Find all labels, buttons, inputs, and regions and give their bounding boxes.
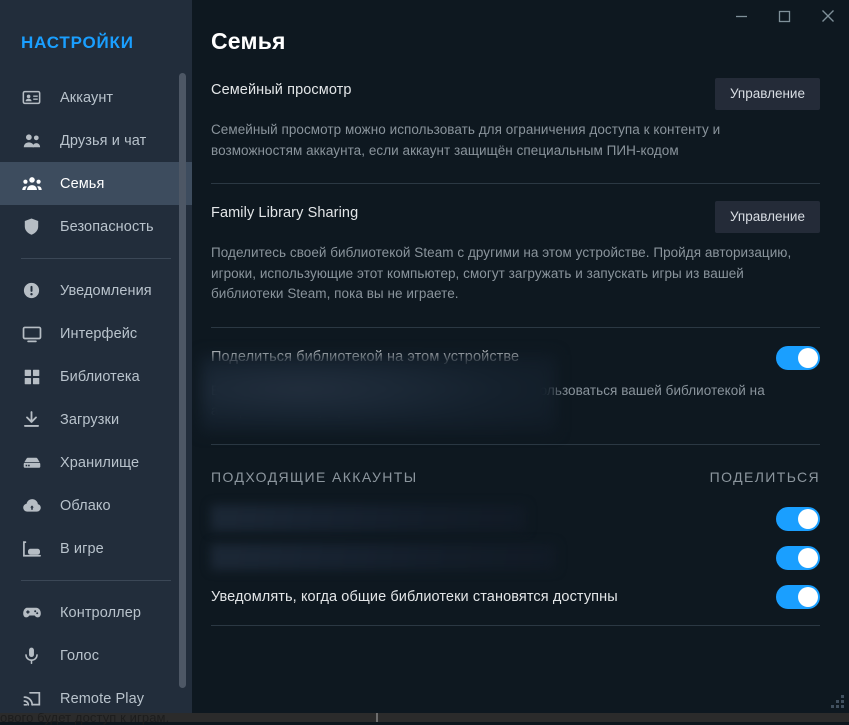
sidebar-divider	[21, 258, 171, 259]
sidebar-scrollbar[interactable]	[179, 0, 189, 713]
sidebar-item-9[interactable]: Хранилище	[0, 441, 192, 484]
sidebar-divider	[21, 580, 171, 581]
account-name-redacted	[211, 505, 526, 532]
library-sharing-manage-button[interactable]: Управление	[714, 201, 820, 234]
drive-icon	[21, 452, 42, 473]
divider	[211, 624, 820, 626]
divider	[211, 183, 820, 185]
family-icon	[21, 173, 42, 194]
divider	[211, 326, 820, 328]
maximize-icon[interactable]	[763, 0, 806, 32]
sidebar-item-4[interactable]: Безопасность	[0, 205, 192, 248]
page-title: Семья	[211, 28, 286, 54]
in-game-icon	[21, 538, 42, 559]
sidebar-item-label: Интерфейс	[60, 325, 138, 342]
account-share-toggle[interactable]	[776, 506, 820, 531]
monitor-icon	[21, 323, 42, 344]
account-row	[211, 538, 820, 577]
sidebar-nav-list: Аккаунт Друзья и чат Семья Безопасность Увед…	[0, 76, 192, 713]
sidebar-item-2[interactable]: Друзья и чат	[0, 119, 192, 162]
account-name-redacted	[211, 544, 556, 571]
window-titlebar	[720, 0, 849, 32]
sidebar-item-label: Облако	[60, 497, 111, 514]
family-view-section: Семейный просмотр Управление	[211, 78, 820, 110]
toggle-knob	[798, 587, 818, 608]
toggle-knob	[798, 508, 818, 529]
sidebar-item-label: Хранилище	[60, 454, 140, 471]
sidebar-item-10[interactable]: Облако	[0, 484, 192, 527]
share-on-device-section: Поделиться библиотекой на этом устройств…	[211, 345, 820, 371]
sidebar-item-3[interactable]: Семья	[0, 162, 192, 205]
grid-icon	[21, 366, 42, 387]
notify-shared-libraries-row: Уведомлять, когда общие библиотеки стано…	[211, 577, 820, 617]
settings-sidebar: НАСТРОЙКИ Аккаунт Друзья и чат Семья Безопа…	[0, 0, 192, 713]
share-on-device-description: Выберите до 5 пользователей, которые смо…	[211, 382, 765, 419]
library-sharing-section: Family Library Sharing Управление	[211, 201, 820, 234]
sidebar-item-label: В игре	[60, 540, 104, 557]
sidebar-item-label: Друзья и чат	[60, 132, 147, 149]
share-on-device-title: Поделиться библиотекой на этом устройств…	[211, 348, 520, 365]
settings-main-panel: Семья Семейный просмотр Управление Семей…	[192, 0, 849, 713]
sidebar-item-label: Безопасность	[60, 218, 154, 235]
sidebar-item-label: Remote Play	[60, 690, 145, 707]
sidebar-item-5[interactable]: Уведомления	[0, 269, 192, 312]
sidebar-item-11[interactable]: В игре	[0, 527, 192, 570]
window-resize-grip[interactable]	[831, 695, 845, 709]
sidebar-item-7[interactable]: Библиотека	[0, 355, 192, 398]
sidebar-item-13[interactable]: Голос	[0, 634, 192, 677]
settings-content: Семейный просмотр Управление Семейный пр…	[211, 78, 820, 626]
account-share-toggle[interactable]	[776, 545, 820, 570]
sidebar-item-label: Аккаунт	[60, 89, 114, 106]
share-on-device-toggle[interactable]	[776, 345, 820, 370]
settings-heading: НАСТРОЙКИ	[21, 33, 134, 52]
sidebar-item-8[interactable]: Загрузки	[0, 398, 192, 441]
sidebar-item-label: Загрузки	[60, 411, 120, 428]
accounts-column-header: ПОДХОДЯЩИЕ АККАУНТЫ	[211, 468, 418, 485]
sidebar-item-14[interactable]: Remote Play	[0, 677, 192, 713]
toggle-knob	[798, 347, 818, 368]
accounts-table-body	[211, 499, 820, 577]
friends-icon	[21, 130, 42, 151]
divider	[211, 443, 820, 445]
download-icon	[21, 409, 42, 430]
sidebar-scroll-content: НАСТРОЙКИ Аккаунт Друзья и чат Семья Безопа…	[0, 0, 192, 713]
family-view-title: Семейный просмотр	[211, 82, 352, 98]
library-sharing-description: Поделитесь своей библиотекой Steam с дру…	[211, 245, 792, 302]
toggle-knob	[798, 547, 818, 568]
steam-settings-window: НАСТРОЙКИ Аккаунт Друзья и чат Семья Безопа…	[0, 0, 849, 713]
sidebar-item-1[interactable]: Аккаунт	[0, 76, 192, 119]
cloud-sync-icon	[21, 495, 42, 516]
account-row	[211, 499, 820, 538]
sidebar-item-6[interactable]: Интерфейс	[0, 312, 192, 355]
notify-shared-libraries-toggle[interactable]	[776, 585, 820, 610]
sidebar-item-label: Контроллер	[60, 604, 142, 621]
sidebar-item-label: Семья	[60, 175, 105, 192]
accounts-table-header: ПОДХОДЯЩИЕ АККАУНТЫ ПОДЕЛИТЬСЯ	[211, 469, 820, 485]
family-view-manage-button[interactable]: Управление	[714, 78, 820, 110]
close-icon[interactable]	[806, 0, 849, 32]
sidebar-scrollbar-thumb[interactable]	[179, 73, 186, 688]
minimize-icon[interactable]	[720, 0, 763, 32]
microphone-icon	[21, 645, 42, 666]
bell-alert-icon	[21, 280, 42, 301]
notify-shared-libraries-label: Уведомлять, когда общие библиотеки стано…	[211, 588, 618, 605]
sidebar-item-label: Библиотека	[60, 368, 140, 385]
shield-icon	[21, 216, 42, 237]
sidebar-item-12[interactable]: Контроллер	[0, 591, 192, 634]
account-card-icon	[21, 87, 42, 108]
family-view-description: Семейный просмотр можно использовать для…	[211, 122, 721, 158]
library-sharing-title: Family Library Sharing	[211, 205, 359, 222]
sidebar-item-label: Голос	[60, 647, 100, 664]
gamepad-icon	[21, 602, 42, 623]
sidebar-item-label: Уведомления	[60, 282, 152, 299]
cast-icon	[21, 688, 42, 709]
share-column-header: ПОДЕЛИТЬСЯ	[709, 468, 820, 485]
